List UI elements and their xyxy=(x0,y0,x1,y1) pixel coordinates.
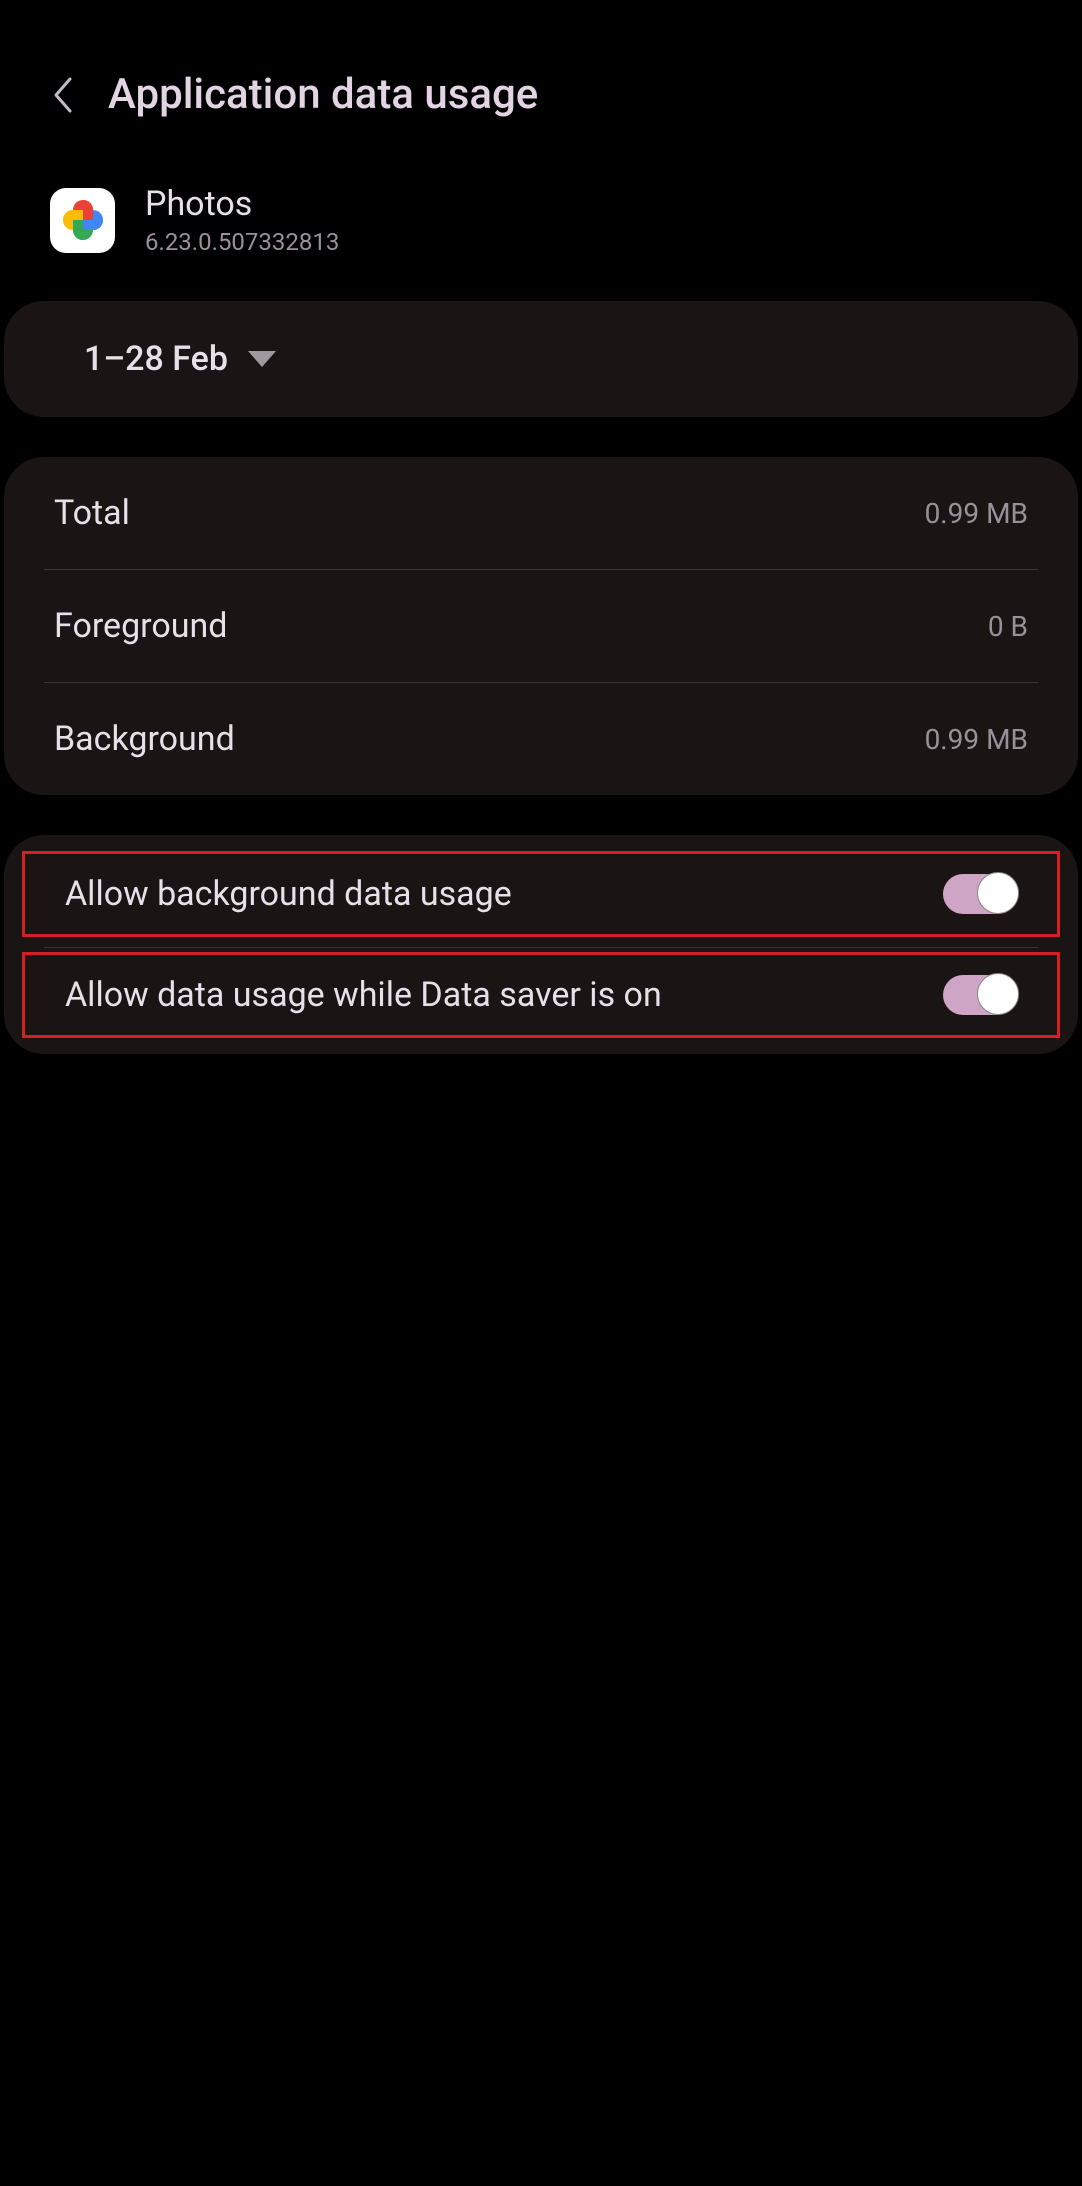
usage-total-value: 0.99 MB xyxy=(925,497,1028,530)
background-data-label: Allow background data usage xyxy=(65,874,512,914)
usage-foreground-label: Foreground xyxy=(54,606,227,646)
toggles-card: Allow background data usage Allow data u… xyxy=(4,835,1078,1054)
data-saver-toggle-row[interactable]: Allow data usage while Data saver is on xyxy=(22,952,1060,1038)
divider xyxy=(44,947,1038,948)
data-saver-label: Allow data usage while Data saver is on xyxy=(65,975,662,1015)
usage-foreground-value: 0 B xyxy=(988,610,1028,643)
usage-foreground-row: Foreground 0 B xyxy=(4,570,1078,682)
date-range-selector[interactable]: 1–28 Feb xyxy=(4,301,1078,417)
background-data-toggle[interactable] xyxy=(943,874,1017,914)
usage-total-row: Total 0.99 MB xyxy=(4,457,1078,569)
usage-background-label: Background xyxy=(54,719,235,759)
background-data-toggle-row[interactable]: Allow background data usage xyxy=(22,851,1060,937)
toggle-thumb xyxy=(977,973,1019,1015)
date-range-card: 1–28 Feb xyxy=(4,301,1078,417)
data-saver-toggle[interactable] xyxy=(943,975,1017,1015)
usage-background-value: 0.99 MB xyxy=(925,723,1028,756)
usage-background-row: Background 0.99 MB xyxy=(4,683,1078,795)
google-photos-icon xyxy=(59,196,107,244)
usage-total-label: Total xyxy=(54,493,130,533)
app-info-section: Photos 6.23.0.507332813 xyxy=(0,149,1082,301)
chevron-down-icon xyxy=(248,351,276,367)
app-name: Photos xyxy=(145,184,339,224)
date-range-label: 1–28 Feb xyxy=(84,339,228,379)
toggle-thumb xyxy=(977,872,1019,914)
page-title: Application data usage xyxy=(108,70,538,119)
usage-stats-card: Total 0.99 MB Foreground 0 B Background … xyxy=(4,457,1078,795)
chevron-left-icon xyxy=(50,75,78,115)
app-version: 6.23.0.507332813 xyxy=(145,228,339,256)
app-icon xyxy=(50,188,115,253)
back-button[interactable] xyxy=(50,75,78,115)
